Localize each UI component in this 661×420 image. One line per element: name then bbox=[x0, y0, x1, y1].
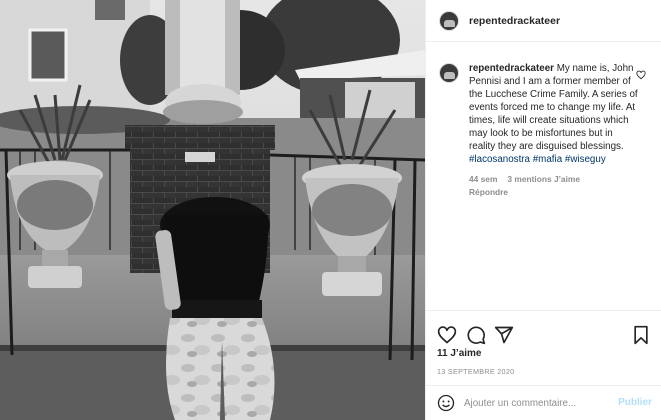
post-photo[interactable] bbox=[0, 0, 425, 420]
reply-link[interactable]: Répondre bbox=[469, 187, 639, 197]
comment-likes[interactable]: 3 mentions J’aime bbox=[507, 174, 580, 184]
post-date: 13 SEPTEMBRE 2020 bbox=[437, 367, 515, 376]
caption-text: repentedrackateer My name is, John Penni… bbox=[469, 62, 639, 166]
caption-body: repentedrackateer My name is, John Penni… bbox=[469, 62, 639, 197]
bookmark-icon[interactable] bbox=[631, 325, 651, 345]
author-avatar[interactable] bbox=[439, 10, 459, 31]
author-username[interactable]: repentedrackateer bbox=[469, 15, 560, 27]
comment-input[interactable] bbox=[464, 397, 614, 409]
like-count[interactable]: 11 J’aime bbox=[437, 348, 481, 359]
hashtag-link[interactable]: #mafia bbox=[533, 154, 562, 165]
caption-comment: repentedrackateer My name is, John Penni… bbox=[439, 62, 649, 197]
heart-icon[interactable] bbox=[636, 70, 646, 80]
comment-age[interactable]: 44 sem bbox=[469, 174, 497, 184]
caption-message: My name is, John Pennisi and I am a form… bbox=[469, 63, 638, 152]
caption-avatar[interactable] bbox=[439, 63, 459, 83]
hashtag-link[interactable]: #wiseguy bbox=[565, 154, 606, 165]
caption-meta: 44 sem 3 mentions J’aime bbox=[469, 174, 639, 184]
comment-bar: Publier bbox=[426, 385, 661, 420]
caption-username[interactable]: repentedrackateer bbox=[469, 63, 554, 74]
photo-image bbox=[0, 0, 425, 420]
publish-button[interactable]: Publier bbox=[618, 397, 652, 408]
heart-icon[interactable] bbox=[437, 325, 457, 345]
emoji-icon[interactable] bbox=[437, 394, 455, 412]
post-header: repentedrackateer bbox=[426, 0, 661, 42]
comment-icon[interactable] bbox=[466, 325, 486, 345]
share-icon[interactable] bbox=[494, 325, 514, 345]
hashtag-link[interactable]: #lacosanostra bbox=[469, 154, 530, 165]
post-sidebar: repentedrackateer repentedrackateer My n… bbox=[425, 0, 661, 420]
